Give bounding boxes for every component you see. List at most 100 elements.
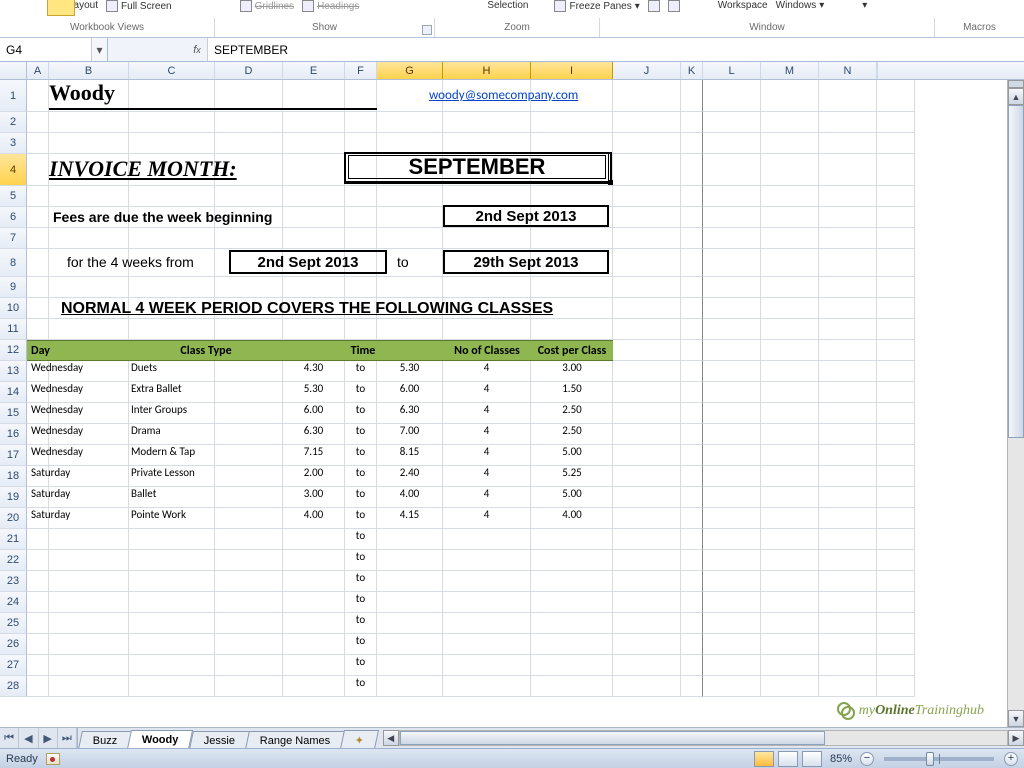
switch-windows-button[interactable]: Windows ▾ — [772, 0, 829, 11]
sheet-tab[interactable]: Buzz — [78, 731, 132, 749]
custom-views-icon[interactable] — [47, 0, 75, 16]
row-header[interactable]: 2 — [0, 112, 27, 133]
zoom-knob[interactable] — [926, 752, 934, 766]
window-split-button[interactable] — [644, 0, 664, 12]
col-header-J[interactable]: J — [613, 62, 681, 79]
row-header[interactable]: 15 — [0, 403, 27, 424]
col-header-E[interactable]: E — [283, 62, 345, 79]
new-sheet-tab[interactable]: ✦ — [340, 730, 379, 749]
col-header-F[interactable]: F — [345, 62, 377, 79]
row-header[interactable]: 17 — [0, 445, 27, 466]
gridlines-checkbox[interactable]: Gridlines — [236, 0, 298, 12]
row-header[interactable]: 14 — [0, 382, 27, 403]
invoice-month-value[interactable]: SEPTEMBER — [345, 152, 609, 182]
hscroll-thumb[interactable] — [400, 731, 825, 745]
zoom-slider[interactable] — [884, 757, 994, 761]
col-header-H[interactable]: H — [443, 62, 531, 79]
group-show: Show — [215, 18, 435, 37]
zoom-selection-button[interactable]: Selection — [483, 0, 532, 11]
sheet-tab[interactable]: Woody — [127, 730, 194, 749]
freeze-panes-button[interactable]: Freeze Panes ▾ — [550, 0, 643, 12]
row-header[interactable]: 13 — [0, 361, 27, 382]
vscroll-thumb[interactable] — [1008, 105, 1024, 438]
row-header[interactable]: 6 — [0, 207, 27, 228]
row-header[interactable]: 22 — [0, 550, 27, 571]
name-box[interactable]: G4 ▾ — [0, 38, 108, 61]
zoom-value[interactable]: 85% — [830, 753, 852, 765]
row-header[interactable]: 27 — [0, 655, 27, 676]
row-header[interactable]: 9 — [0, 277, 27, 298]
formula-buttons: fx — [108, 38, 208, 61]
scroll-up-button[interactable]: ▲ — [1008, 88, 1024, 105]
row-header[interactable]: 4 — [0, 154, 27, 186]
col-header-G[interactable]: G — [377, 62, 443, 79]
col-header-L[interactable]: L — [703, 62, 761, 79]
dialog-launcher-icon[interactable] — [422, 25, 432, 35]
tab-last-icon[interactable]: ⏭ — [58, 728, 77, 748]
macros-dropdown[interactable]: ▾ — [858, 0, 871, 11]
col-header-K[interactable]: K — [681, 62, 703, 79]
row-header[interactable]: 28 — [0, 676, 27, 697]
view-page-layout-button[interactable] — [778, 751, 798, 767]
scroll-down-button[interactable]: ▼ — [1008, 710, 1024, 727]
row-header[interactable]: 20 — [0, 508, 27, 529]
client-email-link[interactable]: woody@somecompany.com — [429, 88, 578, 103]
row-header[interactable]: 11 — [0, 319, 27, 340]
zoom-in-button[interactable]: + — [1004, 752, 1018, 766]
row-header[interactable]: 5 — [0, 186, 27, 207]
fx-icon[interactable]: fx — [187, 44, 207, 56]
row-header[interactable]: 25 — [0, 613, 27, 634]
window-hide-button[interactable] — [664, 0, 684, 12]
col-header-D[interactable]: D — [215, 62, 283, 79]
split-handle-top[interactable] — [1008, 80, 1024, 88]
row-header[interactable]: 23 — [0, 571, 27, 592]
formula-input[interactable]: SEPTEMBER — [208, 38, 1024, 61]
range-to-date[interactable]: 29th Sept 2013 — [443, 250, 609, 274]
sheet-tab[interactable]: Jessie — [189, 731, 250, 749]
range-from-date[interactable]: 2nd Sept 2013 — [229, 250, 387, 274]
col-header-M[interactable]: M — [761, 62, 819, 79]
row-header[interactable]: 24 — [0, 592, 27, 613]
col-header-N[interactable]: N — [819, 62, 877, 79]
column-headers[interactable]: ABCDEFGHIJKLMN — [0, 62, 1024, 80]
select-all-corner[interactable] — [0, 62, 27, 79]
full-screen-button[interactable]: Full Screen — [102, 0, 176, 12]
checkbox-icon — [240, 0, 252, 12]
horizontal-scrollbar[interactable]: ◀ ▶ — [383, 728, 1024, 748]
col-header-A[interactable]: A — [27, 62, 49, 79]
hscroll-track[interactable] — [399, 730, 1008, 746]
sheet-tab[interactable]: Range Names — [245, 731, 345, 749]
headings-checkbox[interactable]: Headings — [298, 0, 363, 12]
tab-next-icon[interactable]: ▶ — [39, 728, 58, 748]
tab-nav-buttons[interactable]: ⏮ ◀ ▶ ⏭ — [0, 728, 78, 748]
name-box-dropdown-icon[interactable]: ▾ — [91, 38, 107, 61]
row-header[interactable]: 12 — [0, 340, 27, 361]
row-header[interactable]: 16 — [0, 424, 27, 445]
row-header[interactable]: 10 — [0, 298, 27, 319]
save-workspace-button[interactable]: Workspace — [714, 0, 772, 11]
view-page-break-button[interactable] — [802, 751, 822, 767]
scroll-left-button[interactable]: ◀ — [383, 730, 399, 746]
row-header[interactable]: 18 — [0, 466, 27, 487]
col-header-I[interactable]: I — [531, 62, 613, 79]
row-header[interactable]: 8 — [0, 249, 27, 277]
row-header[interactable]: 7 — [0, 228, 27, 249]
fees-due-date[interactable]: 2nd Sept 2013 — [443, 205, 609, 227]
vertical-scrollbar[interactable]: ▲ ▼ — [1007, 80, 1024, 727]
vscroll-track[interactable] — [1008, 105, 1024, 710]
tab-first-icon[interactable]: ⏮ — [0, 728, 19, 748]
col-header-B[interactable]: B — [49, 62, 129, 79]
tab-prev-icon[interactable]: ◀ — [19, 728, 38, 748]
view-normal-button[interactable] — [754, 751, 774, 767]
freeze-icon — [554, 0, 566, 12]
col-header-C[interactable]: C — [129, 62, 215, 79]
row-header[interactable]: 1 — [0, 80, 27, 112]
macro-record-icon[interactable] — [46, 753, 60, 765]
row-header[interactable]: 19 — [0, 487, 27, 508]
row-header[interactable]: 3 — [0, 133, 27, 154]
scroll-right-button[interactable]: ▶ — [1008, 730, 1024, 746]
ribbon-partial: Layout Full Screen Gridlines Headings Se… — [0, 0, 1024, 18]
row-header[interactable]: 21 — [0, 529, 27, 550]
zoom-out-button[interactable]: − — [860, 752, 874, 766]
row-header[interactable]: 26 — [0, 634, 27, 655]
